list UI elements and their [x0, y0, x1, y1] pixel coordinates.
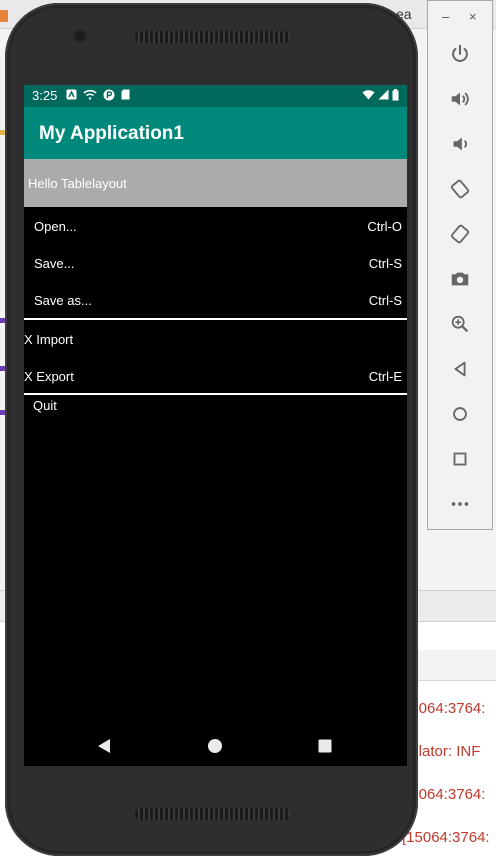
- rotate-left-icon: [450, 179, 470, 199]
- home-button[interactable]: [444, 398, 476, 430]
- back-icon: [454, 361, 466, 377]
- menu-item-label: Quit: [33, 398, 57, 413]
- volume-down-icon: [453, 137, 467, 151]
- overview-button[interactable]: [444, 443, 476, 475]
- hello-text: Hello Tablelayout: [28, 176, 127, 191]
- menu-item-shortcut: Ctrl-E: [368, 369, 402, 384]
- nav-back-button[interactable]: [92, 735, 116, 757]
- menu-divider: [24, 318, 407, 320]
- menu-item-label: X Export: [24, 369, 74, 384]
- phone-screen: 3:25 My Application1 Hello Tablelayout O…: [24, 85, 407, 766]
- menu-item-label: Open...: [34, 219, 77, 234]
- power-button[interactable]: [444, 38, 476, 70]
- menu-item-shortcut: Ctrl-S: [368, 293, 402, 308]
- rotate-right-button[interactable]: [444, 218, 476, 250]
- menu-item-label: Save...: [34, 256, 75, 271]
- app-bar: My Application1: [24, 107, 407, 159]
- menu-item-import[interactable]: X Import: [24, 321, 407, 358]
- menu-item-save-as[interactable]: Save as... Ctrl-S: [24, 282, 407, 319]
- navigation-bar: [24, 725, 407, 766]
- more-button[interactable]: [444, 488, 476, 520]
- screenshot-button[interactable]: [444, 263, 476, 295]
- play-store-icon: [103, 89, 115, 101]
- back-button[interactable]: [444, 353, 476, 385]
- nav-home-button[interactable]: [203, 735, 227, 757]
- wifi-signal-icon: [362, 90, 375, 100]
- phone-frame: 3:25 My Application1 Hello Tablelayout O…: [5, 3, 418, 856]
- power-icon: [452, 44, 468, 62]
- notification-icons: [66, 89, 130, 101]
- front-camera: [75, 31, 85, 41]
- menu-item-label: Save as...: [34, 293, 92, 308]
- zoom-button[interactable]: [444, 308, 476, 340]
- minimize-button[interactable]: –: [442, 10, 449, 24]
- menu-item-label: X Import: [24, 332, 74, 347]
- bottom-speaker: [135, 808, 290, 820]
- status-time: 3:25: [32, 88, 58, 103]
- rotate-left-button[interactable]: [444, 173, 476, 205]
- volume-down-button[interactable]: [444, 128, 476, 160]
- camera-icon: [451, 272, 469, 286]
- status-bar: 3:25: [24, 85, 407, 107]
- cell-signal-icon: [378, 89, 389, 100]
- wifi-notification-icon: [83, 89, 97, 100]
- menu-item-open[interactable]: Open... Ctrl-O: [24, 208, 407, 245]
- menu-item-shortcut: Ctrl-S: [368, 256, 402, 271]
- volume-up-button[interactable]: [444, 83, 476, 115]
- top-speaker: [135, 31, 290, 43]
- nav-overview-button[interactable]: [313, 735, 337, 757]
- system-status-icons: [362, 89, 399, 101]
- home-icon: [453, 407, 467, 421]
- menu-item-quit[interactable]: Quit: [24, 387, 407, 424]
- ide-file-icon: [0, 10, 8, 22]
- rotate-right-icon: [450, 224, 470, 244]
- app-notification-icon: [66, 89, 77, 100]
- menu-item-save[interactable]: Save... Ctrl-S: [24, 245, 407, 282]
- log-line: [15064:3764:: [402, 829, 490, 846]
- emulator-toolbar: – ×: [427, 0, 493, 530]
- overview-icon: [453, 452, 467, 466]
- zoom-in-icon: [451, 315, 469, 333]
- home-icon: [208, 739, 222, 753]
- menu-item-shortcut: Ctrl-O: [367, 219, 402, 234]
- hello-row: Hello Tablelayout: [24, 159, 407, 207]
- volume-up-icon: [451, 92, 469, 106]
- overview-icon: [318, 739, 332, 753]
- more-icon: [451, 502, 469, 506]
- battery-icon: [392, 89, 399, 101]
- sd-card-icon: [121, 89, 130, 100]
- back-icon: [98, 739, 110, 753]
- close-button[interactable]: ×: [469, 10, 477, 24]
- app-title: My Application1: [39, 123, 184, 144]
